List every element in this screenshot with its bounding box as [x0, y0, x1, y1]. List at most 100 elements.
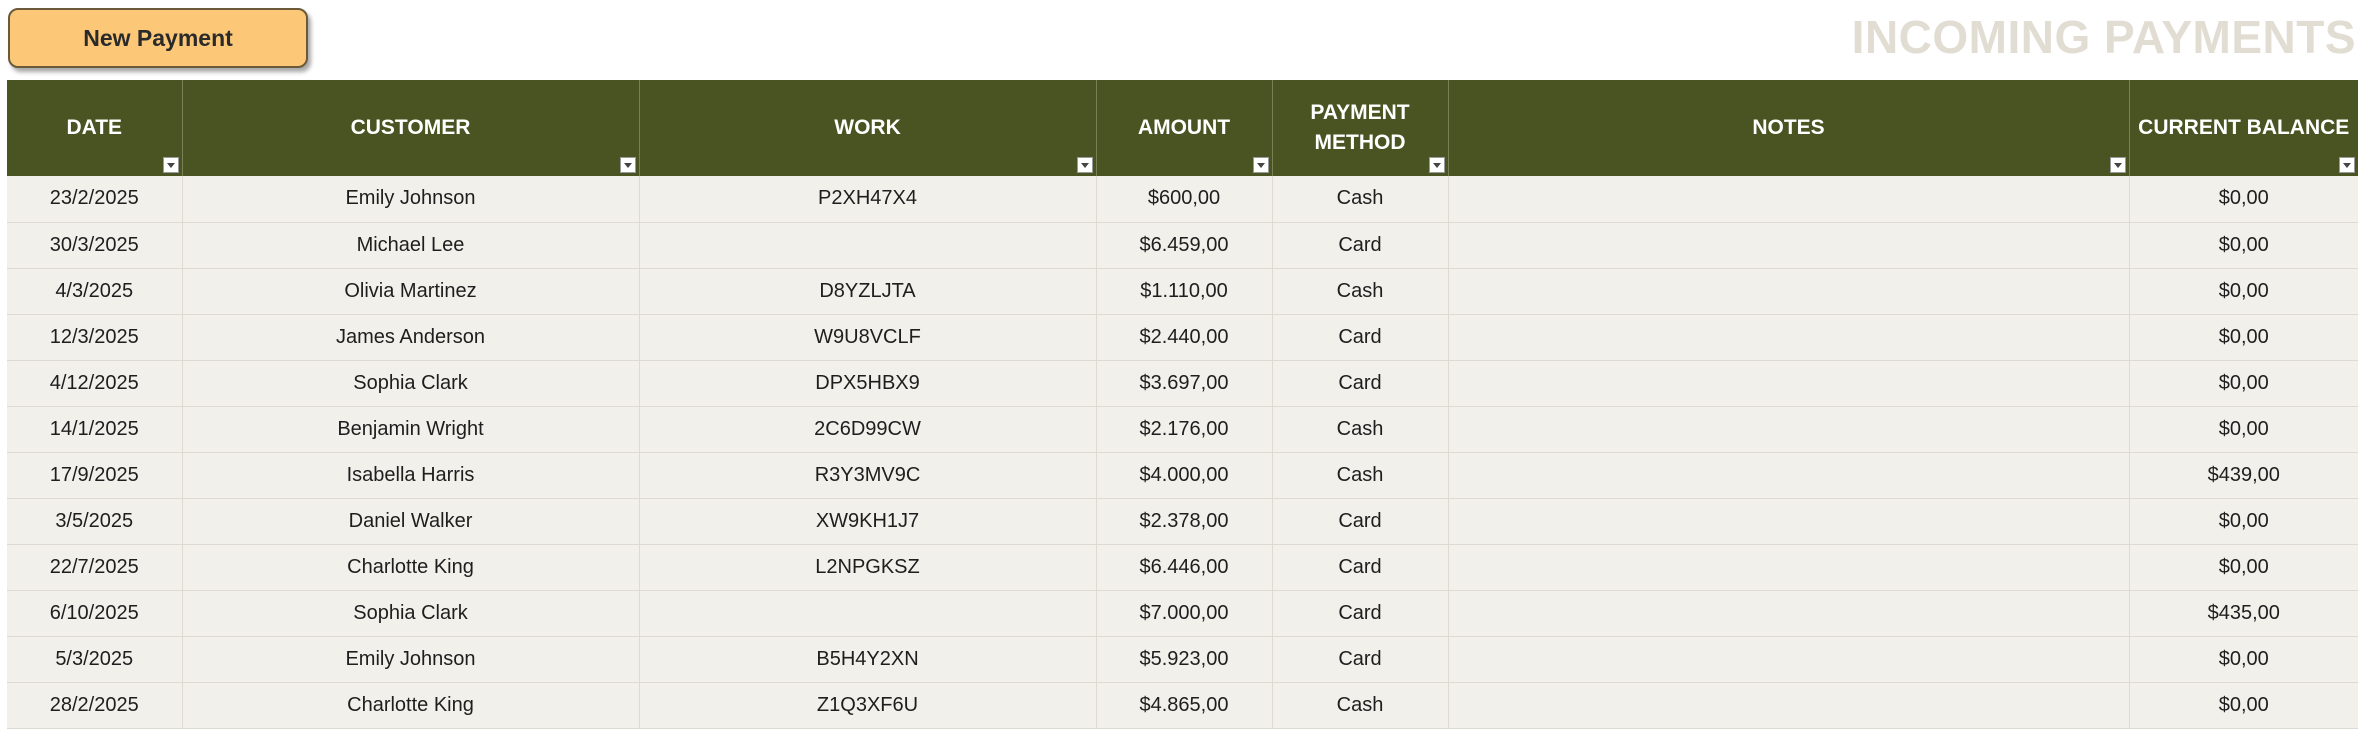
cell-notes[interactable]: [1448, 222, 2130, 269]
cell-payment-method[interactable]: Card: [1272, 498, 1449, 545]
cell-date[interactable]: 6/10/2025: [7, 590, 183, 637]
cell-customer[interactable]: Sophia Clark: [182, 590, 640, 637]
cell-work[interactable]: DPX5HBX9: [639, 360, 1097, 407]
cell-date[interactable]: 14/1/2025: [7, 406, 183, 453]
cell-work[interactable]: L2NPGKSZ: [639, 544, 1097, 591]
cell-work[interactable]: [639, 222, 1097, 269]
cell-notes[interactable]: [1448, 314, 2130, 361]
cell-customer[interactable]: Daniel Walker: [182, 498, 640, 545]
cell-customer[interactable]: Michael Lee: [182, 222, 640, 269]
cell-date[interactable]: 4/3/2025: [7, 268, 183, 315]
cell-customer[interactable]: Isabella Harris: [182, 452, 640, 499]
cell-current-balance[interactable]: $439,00: [2129, 452, 2358, 499]
cell-amount[interactable]: $4.865,00: [1096, 682, 1273, 729]
cell-amount[interactable]: $6.459,00: [1096, 222, 1273, 269]
cell-current-balance[interactable]: $0,00: [2129, 544, 2358, 591]
cell-date[interactable]: 5/3/2025: [7, 636, 183, 683]
filter-dropdown-icon[interactable]: [1252, 157, 1269, 173]
cell-customer[interactable]: Benjamin Wright: [182, 406, 640, 453]
cell-current-balance[interactable]: $0,00: [2129, 498, 2358, 545]
cell-payment-method[interactable]: Cash: [1272, 268, 1449, 315]
cell-current-balance[interactable]: $0,00: [2129, 268, 2358, 315]
cell-payment-method[interactable]: Cash: [1272, 452, 1449, 499]
cell-amount[interactable]: $600,00: [1096, 176, 1273, 223]
spreadsheet-page: New Payment INCOMING PAYMENTS DATE CUSTO…: [0, 0, 2364, 735]
cell-work[interactable]: [639, 590, 1097, 637]
cell-date[interactable]: 4/12/2025: [7, 360, 183, 407]
cell-amount[interactable]: $5.923,00: [1096, 636, 1273, 683]
cell-payment-method[interactable]: Cash: [1272, 682, 1449, 729]
cell-notes[interactable]: [1448, 544, 2130, 591]
cell-current-balance[interactable]: $0,00: [2129, 636, 2358, 683]
cell-work[interactable]: D8YZLJTA: [639, 268, 1097, 315]
cell-date[interactable]: 3/5/2025: [7, 498, 183, 545]
cell-customer[interactable]: Emily Johnson: [182, 636, 640, 683]
cell-payment-method[interactable]: Card: [1272, 360, 1449, 407]
table-row: 28/2/2025 Charlotte King Z1Q3XF6U $4.865…: [7, 682, 2358, 729]
cell-payment-method[interactable]: Card: [1272, 314, 1449, 361]
cell-date[interactable]: 17/9/2025: [7, 452, 183, 499]
filter-dropdown-icon[interactable]: [2109, 157, 2126, 173]
cell-notes[interactable]: [1448, 268, 2130, 315]
cell-customer[interactable]: Charlotte King: [182, 682, 640, 729]
cell-date[interactable]: 22/7/2025: [7, 544, 183, 591]
cell-amount[interactable]: $2.378,00: [1096, 498, 1273, 545]
cell-payment-method[interactable]: Card: [1272, 590, 1449, 637]
cell-customer[interactable]: Emily Johnson: [182, 176, 640, 223]
cell-current-balance[interactable]: $0,00: [2129, 406, 2358, 453]
cell-date[interactable]: 23/2/2025: [7, 176, 183, 223]
cell-amount[interactable]: $2.440,00: [1096, 314, 1273, 361]
table-header-row: DATE CUSTOMER WORK AMOUNT PAYMENT METHOD…: [7, 80, 2358, 176]
cell-amount[interactable]: $4.000,00: [1096, 452, 1273, 499]
cell-amount[interactable]: $3.697,00: [1096, 360, 1273, 407]
cell-date[interactable]: 30/3/2025: [7, 222, 183, 269]
cell-notes[interactable]: [1448, 452, 2130, 499]
cell-customer[interactable]: Olivia Martinez: [182, 268, 640, 315]
cell-work[interactable]: 2C6D99CW: [639, 406, 1097, 453]
filter-dropdown-icon[interactable]: [619, 157, 636, 173]
cell-work[interactable]: P2XH47X4: [639, 176, 1097, 223]
cell-work[interactable]: B5H4Y2XN: [639, 636, 1097, 683]
cell-customer[interactable]: James Anderson: [182, 314, 640, 361]
table-row: 17/9/2025 Isabella Harris R3Y3MV9C $4.00…: [7, 452, 2358, 499]
cell-amount[interactable]: $6.446,00: [1096, 544, 1273, 591]
cell-notes[interactable]: [1448, 406, 2130, 453]
cell-payment-method[interactable]: Cash: [1272, 176, 1449, 223]
table-row: 3/5/2025 Daniel Walker XW9KH1J7 $2.378,0…: [7, 498, 2358, 545]
cell-payment-method[interactable]: Card: [1272, 222, 1449, 269]
header-amount-label: AMOUNT: [1137, 116, 1231, 139]
cell-work[interactable]: W9U8VCLF: [639, 314, 1097, 361]
cell-date[interactable]: 12/3/2025: [7, 314, 183, 361]
cell-date[interactable]: 28/2/2025: [7, 682, 183, 729]
cell-notes[interactable]: [1448, 498, 2130, 545]
cell-customer[interactable]: Sophia Clark: [182, 360, 640, 407]
cell-amount[interactable]: $1.110,00: [1096, 268, 1273, 315]
cell-customer[interactable]: Charlotte King: [182, 544, 640, 591]
cell-work[interactable]: XW9KH1J7: [639, 498, 1097, 545]
cell-payment-method[interactable]: Card: [1272, 544, 1449, 591]
filter-dropdown-icon[interactable]: [162, 157, 179, 173]
cell-notes[interactable]: [1448, 590, 2130, 637]
table-row: 23/2/2025 Emily Johnson P2XH47X4 $600,00…: [7, 176, 2358, 223]
filter-dropdown-icon[interactable]: [1076, 157, 1093, 173]
cell-payment-method[interactable]: Cash: [1272, 406, 1449, 453]
cell-notes[interactable]: [1448, 636, 2130, 683]
cell-amount[interactable]: $2.176,00: [1096, 406, 1273, 453]
cell-payment-method[interactable]: Card: [1272, 636, 1449, 683]
cell-notes[interactable]: [1448, 682, 2130, 729]
cell-current-balance[interactable]: $0,00: [2129, 360, 2358, 407]
cell-notes[interactable]: [1448, 176, 2130, 223]
cell-amount[interactable]: $7.000,00: [1096, 590, 1273, 637]
cell-work[interactable]: R3Y3MV9C: [639, 452, 1097, 499]
new-payment-button[interactable]: New Payment: [8, 8, 308, 68]
cell-work[interactable]: Z1Q3XF6U: [639, 682, 1097, 729]
filter-dropdown-icon[interactable]: [1428, 157, 1445, 173]
header-customer: CUSTOMER: [182, 80, 640, 176]
cell-current-balance[interactable]: $0,00: [2129, 314, 2358, 361]
cell-current-balance[interactable]: $0,00: [2129, 682, 2358, 729]
filter-dropdown-icon[interactable]: [2339, 157, 2355, 173]
cell-notes[interactable]: [1448, 360, 2130, 407]
cell-current-balance[interactable]: $0,00: [2129, 176, 2358, 223]
cell-current-balance[interactable]: $435,00: [2129, 590, 2358, 637]
cell-current-balance[interactable]: $0,00: [2129, 222, 2358, 269]
